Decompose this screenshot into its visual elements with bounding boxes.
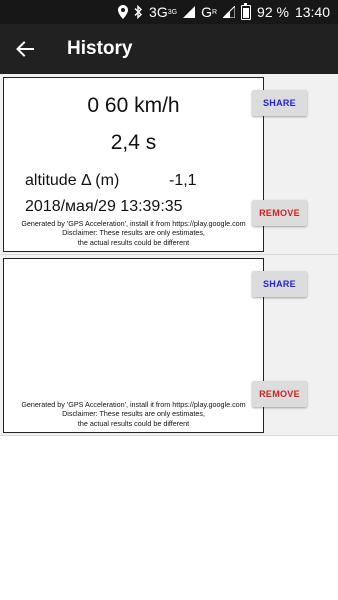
app-bar: History xyxy=(0,24,338,74)
result-card: Generated by 'GPS Acceleration', install… xyxy=(3,258,264,433)
status-bar: 3G 3G GR 92 % 13:40 xyxy=(0,0,338,24)
footer-disclaimer-2: the actual results could be different xyxy=(77,237,190,247)
result-card: 0 60 km/h 2,4 s altitude Δ (m) -1,1 2018… xyxy=(3,77,264,252)
network-sub-label: 3G xyxy=(167,8,178,16)
speed-range: 0 60 km/h xyxy=(87,94,180,117)
network2-label: G xyxy=(201,4,212,20)
footer-disclaimer: Disclaimer: These results are only estim… xyxy=(62,409,205,418)
share-button[interactable]: SHARE xyxy=(252,90,307,116)
network-3g: 3G 3G xyxy=(149,3,177,21)
network-g: GR xyxy=(201,3,217,21)
footer-disclaimer-2: the actual results could be different xyxy=(77,418,190,428)
acceleration-time: 2,4 s xyxy=(110,131,157,154)
network-label: 3G xyxy=(149,4,168,20)
battery-percent: 92 % xyxy=(257,4,289,20)
share-button[interactable]: SHARE xyxy=(252,271,307,297)
history-entry: 0 60 km/h 2,4 s altitude Δ (m) -1,1 2018… xyxy=(0,74,338,255)
footer-generated-by: Generated by 'GPS Acceleration', install… xyxy=(21,399,246,409)
remove-button[interactable]: REMOVE xyxy=(252,200,307,226)
altitude-value: -1,1 xyxy=(169,172,197,189)
card-footer: Generated by 'GPS Acceleration', install… xyxy=(4,400,263,429)
signal-icon xyxy=(183,6,196,18)
footer-disclaimer: Disclaimer: These results are only estim… xyxy=(62,228,205,237)
history-entry: Generated by 'GPS Acceleration', install… xyxy=(0,255,338,436)
footer-generated-by: Generated by 'GPS Acceleration', install… xyxy=(21,218,246,228)
timestamp: 2018/мая/29 13:39:35 xyxy=(25,198,183,215)
signal-icon-2 xyxy=(223,6,236,18)
bluetooth-icon xyxy=(134,5,143,19)
clock: 13:40 xyxy=(294,4,330,20)
altitude-label: altitude Δ (m) xyxy=(25,172,120,189)
page-title: History xyxy=(67,38,133,59)
status-icons: 3G 3G GR 92 % 13:40 xyxy=(118,2,330,21)
remove-button[interactable]: REMOVE xyxy=(252,381,307,407)
network2-sub-label: R xyxy=(211,8,218,16)
back-button[interactable] xyxy=(12,37,38,61)
location-icon xyxy=(118,5,129,19)
arrow-left-icon xyxy=(16,41,34,57)
card-footer: Generated by 'GPS Acceleration', install… xyxy=(4,219,263,248)
battery-icon xyxy=(241,2,252,20)
